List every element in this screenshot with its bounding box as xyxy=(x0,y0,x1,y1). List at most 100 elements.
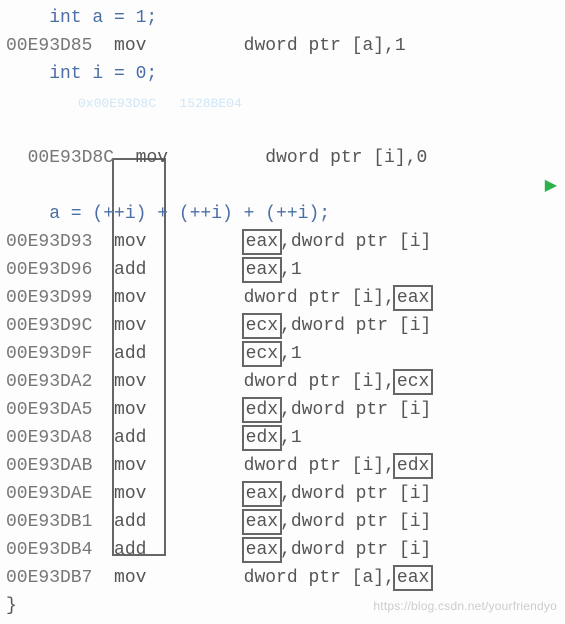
asm-line: 00E93DB4 add eax,dword ptr [i] xyxy=(6,536,559,564)
address: 00E93D99 xyxy=(6,288,92,308)
asm-line: 00E93DAB mov dword ptr [i],edx xyxy=(6,452,559,480)
operand: dword ptr [i] xyxy=(291,232,431,252)
operand: 1 xyxy=(291,344,302,364)
sep: , xyxy=(280,428,291,448)
mnemonic: add xyxy=(114,260,146,280)
register-box: ecx xyxy=(393,369,433,395)
mnemonic: mov xyxy=(114,372,146,392)
mnemonic: mov xyxy=(114,568,146,588)
sep: , xyxy=(280,484,291,504)
asm-line: 00E93DA2 mov dword ptr [i],ecx xyxy=(6,368,559,396)
address: 00E93D9C xyxy=(6,316,92,336)
asm-line: 00E93DB1 add eax,dword ptr [i] xyxy=(6,508,559,536)
register: ecx xyxy=(246,344,278,364)
asm-line: 00E93D96 add eax,1 xyxy=(6,256,559,284)
sep: , xyxy=(280,344,291,364)
register-box: eax xyxy=(242,257,282,283)
operand: dword ptr [i] xyxy=(291,540,431,560)
code-text: a = (++i) + (++i) + (++i); xyxy=(6,204,330,224)
asm-line: 0x00E93D8C 1528BE04 00E93D8C mov dword p… xyxy=(6,88,559,200)
operands: dword ptr [i],0 xyxy=(265,148,427,168)
address: 00E93D85 xyxy=(6,36,92,56)
mnemonic: mov xyxy=(136,148,168,168)
source-line: a = (++i) + (++i) + (++i); xyxy=(6,200,559,228)
operands: dword ptr [a],1 xyxy=(244,36,406,56)
register-box: eax xyxy=(242,509,282,535)
register: ecx xyxy=(246,316,278,336)
register-box: eax xyxy=(242,481,282,507)
operand: dword ptr [a], xyxy=(244,568,395,588)
register: eax xyxy=(246,232,278,252)
mnemonic: mov xyxy=(114,232,146,252)
address: 00E93DA2 xyxy=(6,372,92,392)
address: 00E93DA8 xyxy=(6,428,92,448)
code-text: int a = 1; xyxy=(6,8,157,28)
register-box: edx xyxy=(242,425,282,451)
register: eax xyxy=(246,484,278,504)
sep: , xyxy=(280,512,291,532)
sep: , xyxy=(280,316,291,336)
operand: dword ptr [i], xyxy=(244,372,395,392)
address: 00E93D8C xyxy=(28,148,114,168)
mnemonic: mov xyxy=(114,456,146,476)
asm-line: 00E93DA5 mov edx,dword ptr [i] xyxy=(6,396,559,424)
operand: 1 xyxy=(291,260,302,280)
operand: dword ptr [i] xyxy=(291,484,431,504)
register-box: ecx xyxy=(242,341,282,367)
address: 00E93DB4 xyxy=(6,540,92,560)
address: 00E93DAB xyxy=(6,456,92,476)
sep: , xyxy=(280,400,291,420)
mnemonic: add xyxy=(114,512,146,532)
register: eax xyxy=(246,260,278,280)
register-box: eax xyxy=(393,285,433,311)
asm-line: 00E93D9C mov ecx,dword ptr [i] xyxy=(6,312,559,340)
register: eax xyxy=(246,540,278,560)
sep: , xyxy=(280,232,291,252)
watermark-text: https://blog.csdn.net/yourfriendyo xyxy=(373,592,557,620)
sep: , xyxy=(280,540,291,560)
register: edx xyxy=(246,400,278,420)
asm-line: 00E93DAE mov eax,dword ptr [i] xyxy=(6,480,559,508)
operand: dword ptr [i], xyxy=(244,288,395,308)
mnemonic: mov xyxy=(114,400,146,420)
mnemonic: mov xyxy=(114,484,146,504)
current-line-arrow-icon: ▶ xyxy=(545,172,557,200)
address: 00E93D93 xyxy=(6,232,92,252)
register-box: ecx xyxy=(242,313,282,339)
source-line: int a = 1; xyxy=(6,4,559,32)
operand: dword ptr [i] xyxy=(291,316,431,336)
code-text: int i = 0; xyxy=(6,64,157,84)
register-box: eax xyxy=(393,565,433,591)
operand: 1 xyxy=(291,428,302,448)
address: 00E93DAE xyxy=(6,484,92,504)
mnemonic: add xyxy=(114,540,146,560)
register-box: eax xyxy=(242,229,282,255)
asm-line: 00E93D9F add ecx,1 xyxy=(6,340,559,368)
asm-line: 00E93DA8 add edx,1 xyxy=(6,424,559,452)
source-line: int i = 0; xyxy=(6,60,559,88)
mnemonic: mov xyxy=(114,36,146,56)
address: 00E93DA5 xyxy=(6,400,92,420)
ghost-hint: 0x00E93D8C 1528BE04 xyxy=(78,90,242,118)
operand: dword ptr [i] xyxy=(291,512,431,532)
address: 00E93DB1 xyxy=(6,512,92,532)
mnemonic: mov xyxy=(114,316,146,336)
asm-line: 00E93D85 mov dword ptr [a],1 xyxy=(6,32,559,60)
register: edx xyxy=(246,428,278,448)
mnemonic: add xyxy=(114,344,146,364)
sep: , xyxy=(280,260,291,280)
mnemonic: add xyxy=(114,428,146,448)
address: 00E93DB7 xyxy=(6,568,92,588)
operand: dword ptr [i], xyxy=(244,456,395,476)
address: 00E93D96 xyxy=(6,260,92,280)
register: eax xyxy=(246,512,278,532)
register-box: edx xyxy=(242,397,282,423)
register: eax xyxy=(397,288,429,308)
register: edx xyxy=(397,456,429,476)
register-box: edx xyxy=(393,453,433,479)
address: 00E93D9F xyxy=(6,344,92,364)
register: eax xyxy=(397,568,429,588)
register-box: eax xyxy=(242,537,282,563)
mnemonic: mov xyxy=(114,288,146,308)
asm-line: 00E93DB7 mov dword ptr [a],eax xyxy=(6,564,559,592)
